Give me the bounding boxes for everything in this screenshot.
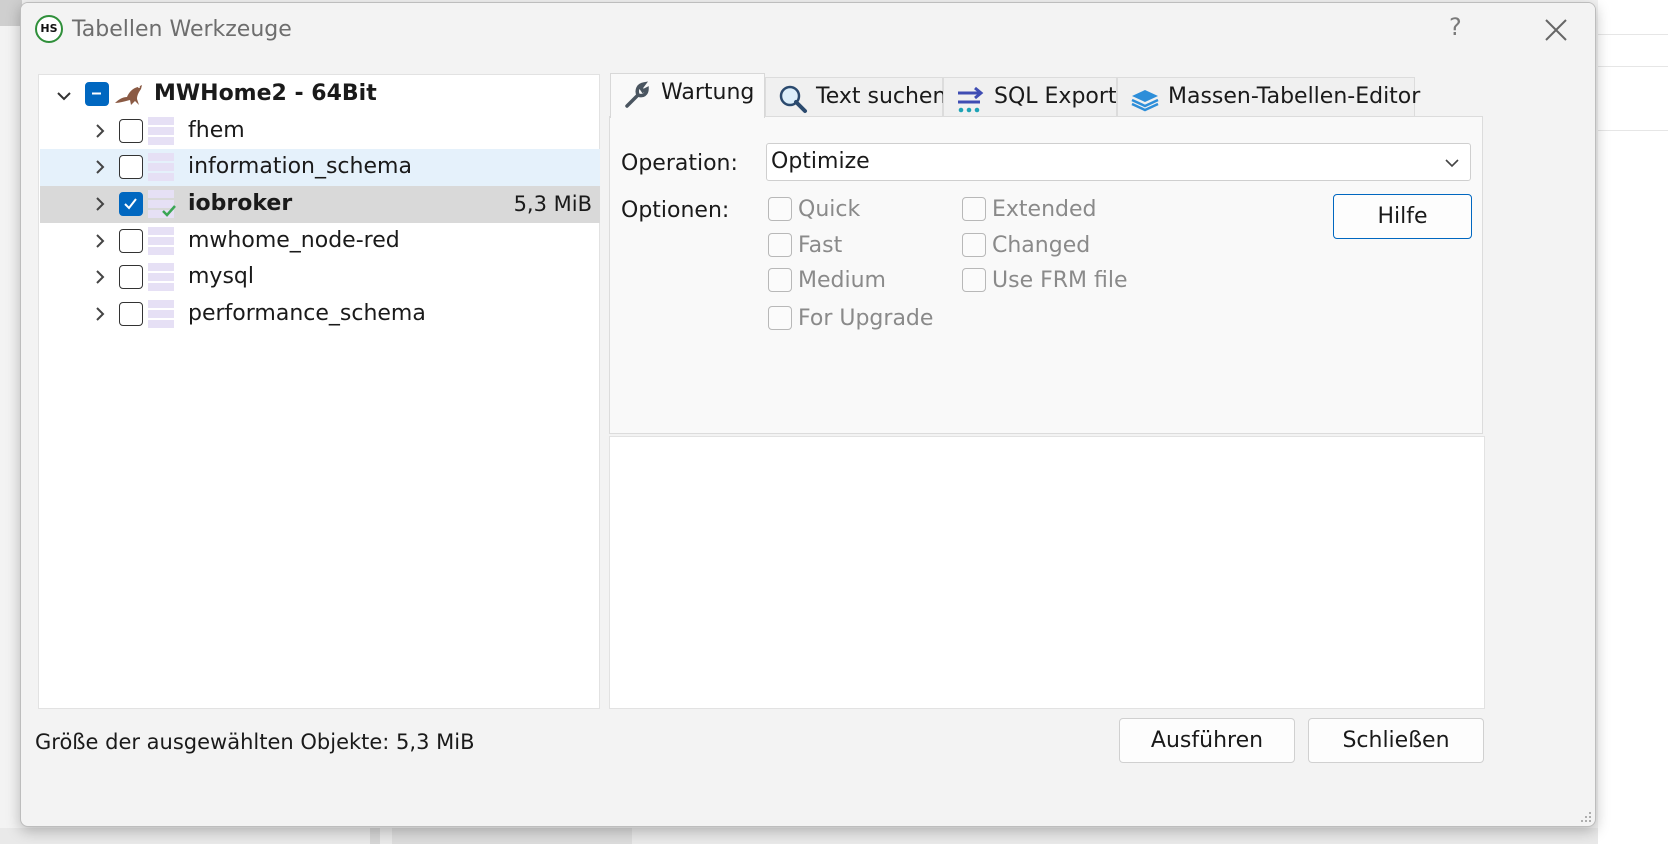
- background-app-strip: [0, 828, 1598, 844]
- options-label: Optionen:: [621, 198, 730, 223]
- chevron-down-icon[interactable]: [57, 89, 71, 103]
- db-label: mysql: [188, 264, 254, 289]
- database-tree[interactable]: MWHome2 - 64Bit fhem information_schema: [38, 74, 600, 709]
- tab-wartung[interactable]: Wartung: [610, 73, 765, 118]
- option-changed-checkbox[interactable]: [962, 233, 986, 257]
- tree-item-mysql[interactable]: mysql: [40, 259, 600, 296]
- option-label: Extended: [992, 197, 1097, 222]
- option-label: For Upgrade: [798, 306, 934, 331]
- db-checkbox[interactable]: [119, 192, 143, 216]
- database-icon: [148, 300, 174, 328]
- option-label: Fast: [798, 233, 843, 258]
- close-button[interactable]: Schließen: [1308, 718, 1484, 763]
- chevron-right-icon[interactable]: [93, 270, 107, 284]
- option-medium-checkbox[interactable]: [768, 268, 792, 292]
- db-checkbox[interactable]: [119, 229, 143, 253]
- table-tools-dialog: HS Tabellen Werkzeuge ? MWHome2 - 64Bit: [20, 2, 1596, 827]
- tool-tabs: Wartung Text suchen SQL Export Massen-Ta…: [610, 73, 1420, 118]
- help-question-button[interactable]: ?: [1449, 13, 1462, 41]
- database-icon: [148, 153, 174, 181]
- window-title: Tabellen Werkzeuge: [72, 17, 292, 42]
- option-label: Quick: [798, 197, 861, 222]
- database-icon: [148, 117, 174, 145]
- option-label: Changed: [992, 233, 1091, 258]
- background-app-corner: [0, 0, 22, 26]
- tree-item-iobroker[interactable]: iobroker 5,3 MiB: [40, 186, 600, 223]
- operation-value: Optimize: [771, 149, 870, 174]
- database-icon: [148, 263, 174, 291]
- chevron-right-icon[interactable]: [93, 124, 107, 138]
- db-checkbox[interactable]: [119, 302, 143, 326]
- help-button[interactable]: Hilfe: [1333, 194, 1472, 239]
- background-app-strip-block: [370, 828, 380, 844]
- chevron-right-icon[interactable]: [93, 307, 107, 321]
- tab-label: Massen-Tabellen-Editor: [1168, 84, 1421, 109]
- option-label: Medium: [798, 268, 886, 293]
- tree-item-fhem[interactable]: fhem: [40, 113, 600, 150]
- export-arrow-icon: [958, 86, 984, 113]
- chevron-down-icon: [1445, 159, 1459, 168]
- resize-grip-icon[interactable]: [1580, 811, 1592, 823]
- db-checkbox[interactable]: [119, 119, 143, 143]
- title-bar: HS Tabellen Werkzeuge ?: [21, 3, 1595, 57]
- db-checkbox[interactable]: [119, 155, 143, 179]
- tree-root-row[interactable]: MWHome2 - 64Bit: [40, 76, 600, 113]
- tab-text-suchen[interactable]: Text suchen: [765, 77, 947, 117]
- tab-label: Text suchen: [816, 84, 947, 109]
- option-fast-checkbox[interactable]: [768, 233, 792, 257]
- background-app-divider: [1598, 130, 1668, 131]
- database-icon: [148, 227, 174, 255]
- root-label: MWHome2 - 64Bit: [154, 81, 377, 106]
- tab-massen-tabellen-editor[interactable]: Massen-Tabellen-Editor: [1117, 77, 1420, 117]
- option-quick-checkbox[interactable]: [768, 197, 792, 221]
- chevron-right-icon[interactable]: [93, 197, 107, 211]
- db-checkbox[interactable]: [119, 265, 143, 289]
- db-label: fhem: [188, 118, 245, 143]
- tab-label: SQL Export: [994, 84, 1117, 109]
- close-icon[interactable]: [1541, 15, 1571, 45]
- option-use-frm-file-checkbox[interactable]: [962, 268, 986, 292]
- wrench-icon: [625, 81, 649, 108]
- execute-button[interactable]: Ausführen: [1119, 718, 1295, 763]
- selection-size-status: Größe der ausgewählten Objekte: 5,3 MiB: [35, 730, 475, 754]
- tree-item-performance-schema[interactable]: performance_schema: [40, 296, 600, 333]
- option-for-upgrade-checkbox[interactable]: [768, 306, 792, 330]
- root-checkbox[interactable]: [85, 82, 109, 106]
- db-label: mwhome_node-red: [188, 228, 400, 253]
- db-size: 5,3 MiB: [513, 192, 592, 216]
- database-active-icon: [148, 190, 176, 218]
- background-app-divider: [1598, 66, 1668, 67]
- layers-icon: [1131, 90, 1159, 112]
- tab-sql-export[interactable]: SQL Export: [943, 77, 1117, 117]
- mariadb-seal-icon: [115, 85, 142, 105]
- results-output-area[interactable]: [609, 436, 1485, 709]
- background-app-panel: [1598, 0, 1668, 844]
- option-extended-checkbox[interactable]: [962, 197, 986, 221]
- magnifier-icon: [779, 85, 807, 113]
- tree-item-information-schema[interactable]: information_schema: [40, 149, 600, 186]
- option-label: Use FRM file: [992, 268, 1128, 293]
- maintenance-panel: Operation: Optimize Optionen: Quick Fast…: [609, 116, 1483, 434]
- background-app-divider: [1598, 34, 1668, 35]
- db-label: performance_schema: [188, 301, 426, 326]
- db-label: iobroker: [188, 191, 293, 216]
- db-label: information_schema: [188, 154, 412, 179]
- operation-label: Operation:: [621, 151, 738, 176]
- tree-item-mwhome-node-red[interactable]: mwhome_node-red: [40, 223, 600, 260]
- heidisql-logo-icon: HS: [35, 15, 63, 43]
- background-app-strip-block: [392, 828, 632, 844]
- operation-select[interactable]: Optimize: [766, 143, 1471, 181]
- chevron-right-icon[interactable]: [93, 160, 107, 174]
- chevron-right-icon[interactable]: [93, 234, 107, 248]
- tab-label: Wartung: [661, 80, 755, 105]
